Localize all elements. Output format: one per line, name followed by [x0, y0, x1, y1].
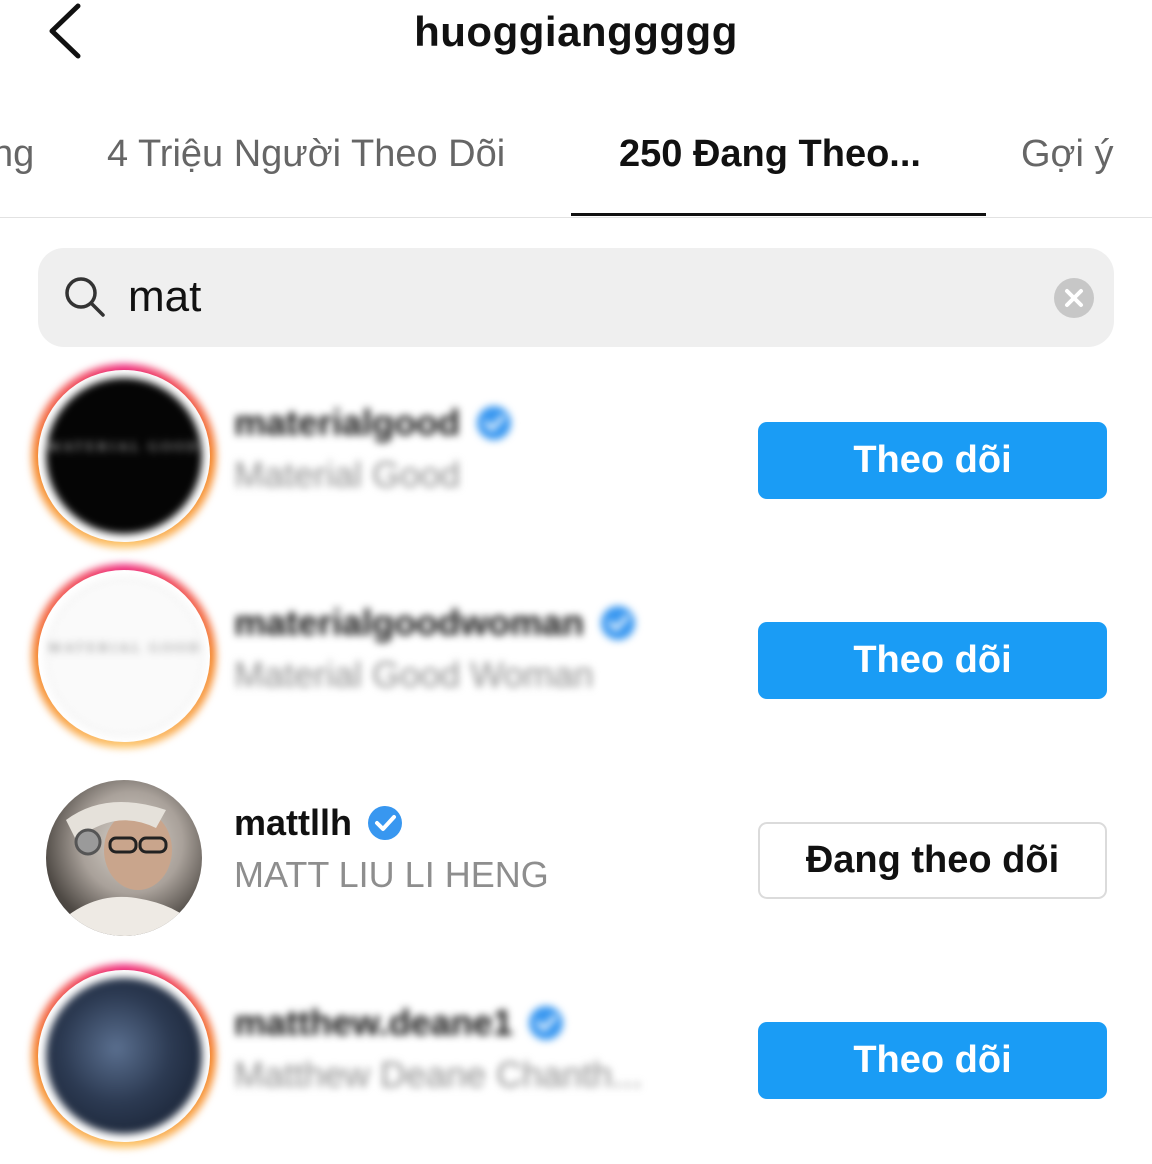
avatar-image	[46, 978, 202, 1134]
username: materialgood	[234, 402, 461, 443]
avatar[interactable]: MATERIAL GOOD	[32, 364, 216, 548]
follow-button[interactable]: Theo dõi	[758, 422, 1107, 499]
username: mattllh	[234, 802, 353, 843]
list-item[interactable]: mattllh MATT LIU LI HENG Đang theo dõi	[0, 764, 1152, 964]
verified-badge-icon	[368, 806, 403, 840]
search-input[interactable]	[128, 266, 1008, 328]
page-title: huoggianggggg	[414, 8, 738, 55]
list-item[interactable]: matthew.deane1 Matthew Deane Chanth... T…	[0, 964, 1152, 1164]
header-bar: huoggianggggg	[0, 0, 1152, 80]
avatar[interactable]: MATERIAL GOOD	[32, 564, 216, 748]
verified-badge-icon	[529, 1006, 564, 1040]
username: matthew.deane1	[234, 1002, 513, 1043]
user-info: materialgood Material Good	[234, 402, 734, 496]
avatar-image	[46, 780, 202, 936]
clear-search-button[interactable]	[1054, 278, 1094, 318]
search-icon	[65, 277, 105, 317]
avatar-logo-text: MATERIAL GOOD	[48, 641, 202, 656]
tab-partial[interactable]: ng	[0, 133, 34, 176]
follow-button[interactable]: Theo dõi	[758, 1022, 1107, 1099]
avatar-logo-text: MATERIAL GOOD	[47, 440, 201, 455]
tab-suggestions[interactable]: Gợi ý	[1021, 133, 1113, 176]
following-button[interactable]: Đang theo dõi	[758, 822, 1107, 899]
verified-badge-icon	[476, 406, 511, 440]
full-name: Material Good	[234, 454, 461, 495]
full-name: MATT LIU LI HENG	[234, 854, 549, 895]
avatar-image: MATERIAL GOOD	[46, 378, 202, 534]
tab-following[interactable]: 250 Đang Theo...	[619, 133, 921, 176]
search-bar[interactable]	[38, 248, 1114, 347]
user-info: materialgoodwoman Material Good Woman	[234, 602, 734, 696]
list-item[interactable]: MATERIAL GOOD materialgood Material Good…	[0, 364, 1152, 564]
person-photo-icon	[46, 802, 202, 936]
list-item[interactable]: MATERIAL GOOD materialgoodwoman Material…	[0, 564, 1152, 764]
user-info: matthew.deane1 Matthew Deane Chanth...	[234, 1002, 734, 1096]
close-icon	[1065, 289, 1083, 307]
username: materialgoodwoman	[234, 602, 585, 643]
full-name: Material Good Woman	[234, 654, 594, 695]
avatar[interactable]	[32, 964, 216, 1148]
avatar[interactable]	[32, 764, 216, 948]
tab-bar: ng 4 Triệu Người Theo Dõi 250 Đang Theo.…	[0, 115, 1152, 218]
user-info: mattllh MATT LIU LI HENG	[234, 802, 734, 896]
avatar-image: MATERIAL GOOD	[46, 578, 204, 736]
tab-followers[interactable]: 4 Triệu Người Theo Dõi	[107, 133, 505, 176]
active-tab-indicator	[571, 213, 986, 216]
verified-badge-icon	[600, 606, 635, 640]
full-name: Matthew Deane Chanth...	[234, 1054, 643, 1095]
follow-button[interactable]: Theo dõi	[758, 622, 1107, 699]
